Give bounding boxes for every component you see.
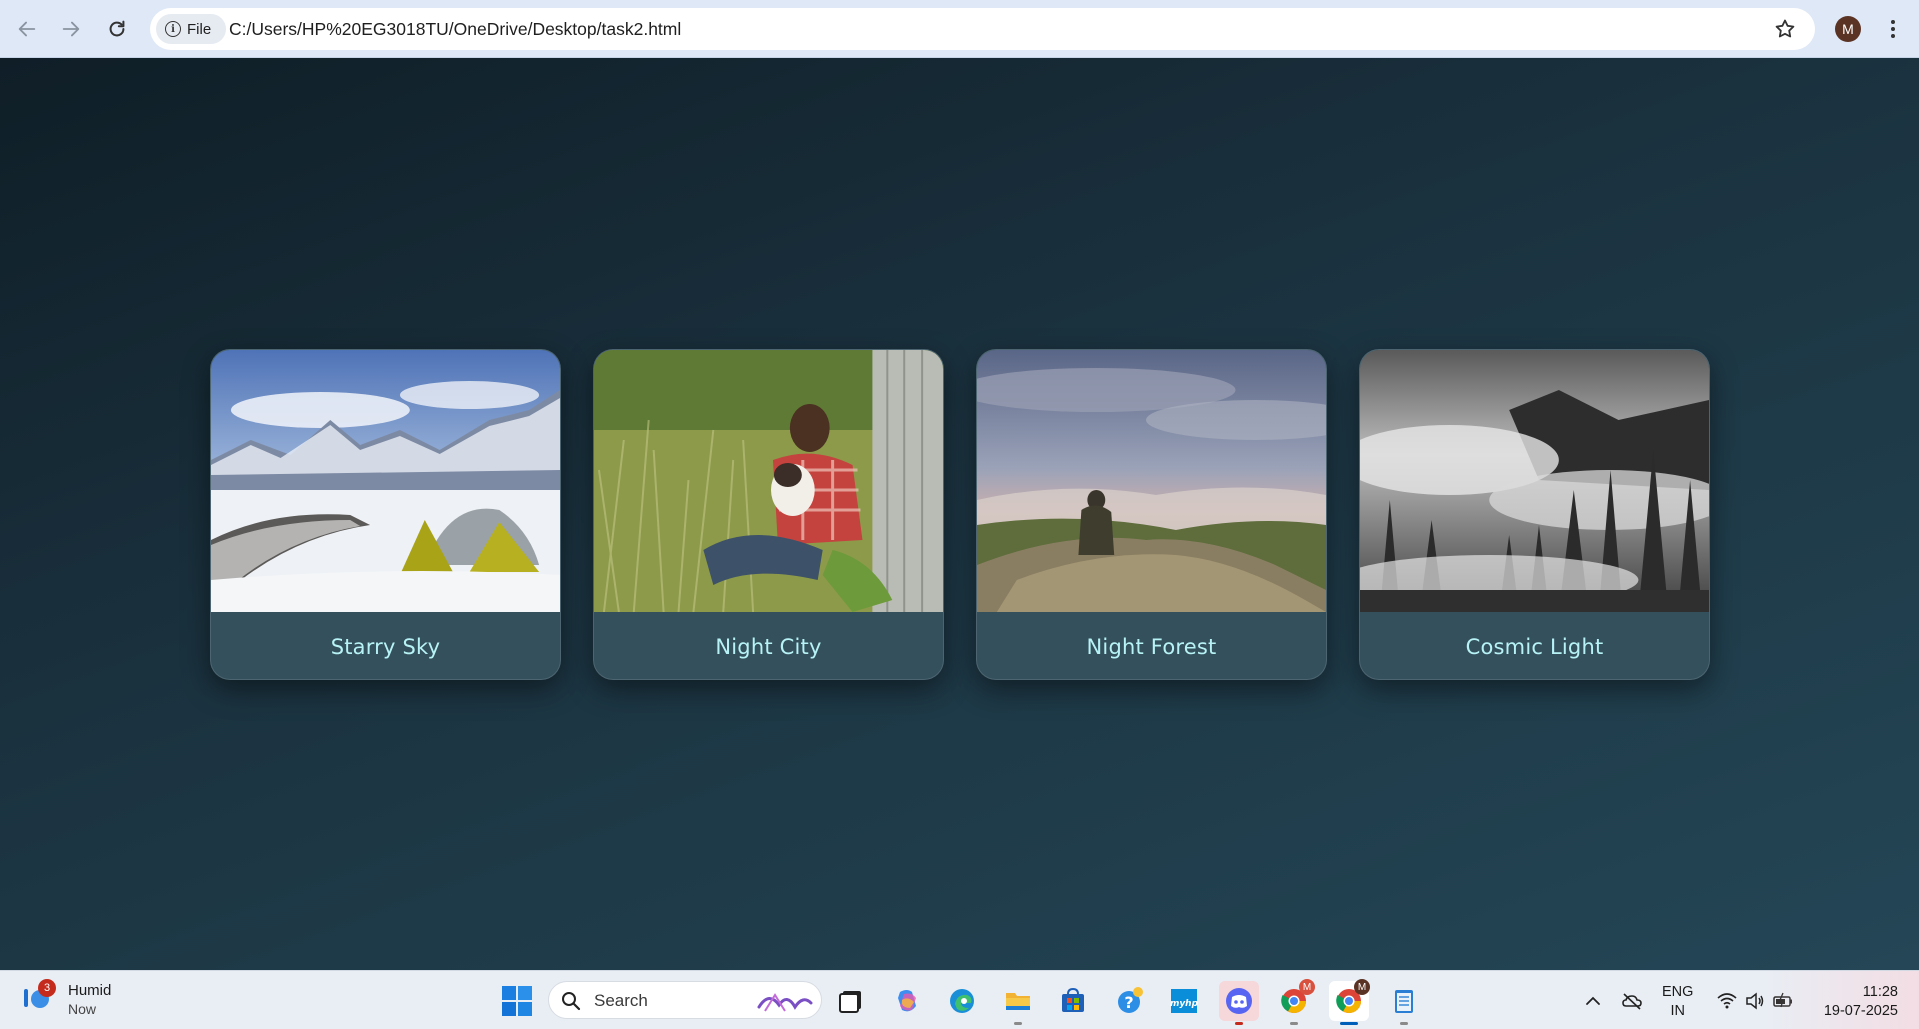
microsoft-store-app[interactable] xyxy=(1053,981,1093,1021)
gallery-card[interactable]: Night Forest xyxy=(976,349,1327,680)
task-view-button[interactable] xyxy=(831,981,871,1021)
site-info-chip[interactable]: i File xyxy=(156,14,226,44)
edge-icon xyxy=(950,989,974,1013)
reload-button[interactable] xyxy=(100,12,134,46)
myhp-app[interactable]: myhp xyxy=(1164,981,1204,1021)
svg-text:?: ? xyxy=(1124,993,1133,1012)
chrome-app-active[interactable]: M xyxy=(1329,979,1370,1025)
copilot-app[interactable] xyxy=(887,981,927,1021)
onedrive-offline-icon[interactable] xyxy=(1621,990,1643,1012)
svg-text:myhp: myhp xyxy=(1170,999,1199,1009)
weather-icon: 3 xyxy=(22,979,56,1011)
bookmark-star-icon[interactable] xyxy=(1773,17,1797,41)
clock-date: 19-07-2025 xyxy=(1823,1003,1898,1019)
notepad-icon xyxy=(1395,990,1413,1013)
address-bar[interactable]: i File C:/Users/HP%20EG3018TU/OneDrive/D… xyxy=(150,8,1815,50)
gallery-card[interactable]: Night City xyxy=(593,349,944,680)
discord-app[interactable] xyxy=(1219,981,1259,1025)
system-clock[interactable]: 11:28 19-07-2025 xyxy=(1810,983,1898,1021)
windows-start-icon[interactable] xyxy=(500,984,534,1018)
file-explorer-app[interactable] xyxy=(998,981,1038,1025)
task-view-icon xyxy=(839,991,861,1013)
clock-time: 11:28 xyxy=(1862,984,1898,1000)
help-icon: ? xyxy=(1118,987,1143,1013)
region-code: IN xyxy=(1670,1003,1685,1019)
reload-icon xyxy=(109,20,125,37)
edge-browser-app[interactable] xyxy=(942,981,982,1021)
language-indicator[interactable]: ENG IN xyxy=(1662,983,1693,1021)
site-chip-label: File xyxy=(187,20,212,38)
card-image-foggy-forest xyxy=(1360,350,1709,612)
chrome-profile-badge: M xyxy=(1299,979,1315,995)
page-content: Starry Sky Night City Night Forest Cosmi… xyxy=(0,58,1919,970)
card-title: Cosmic Light xyxy=(1465,634,1604,659)
url-text[interactable]: C:/Users/HP%20EG3018TU/OneDrive/Desktop/… xyxy=(229,19,681,40)
card-title: Night Forest xyxy=(1086,634,1217,659)
taskbar-search[interactable]: Search xyxy=(548,981,822,1019)
myhp-icon: myhp xyxy=(1170,989,1199,1013)
weather-condition: Humid xyxy=(68,982,112,999)
search-icon xyxy=(562,992,581,1011)
profile-avatar[interactable]: M xyxy=(1835,16,1861,42)
wifi-icon[interactable] xyxy=(1716,990,1738,1012)
weather-time: Now xyxy=(68,1001,97,1017)
chrome-profile-badge: M xyxy=(1354,979,1370,995)
language-code: ENG xyxy=(1662,984,1694,1000)
notepad-app[interactable] xyxy=(1384,981,1424,1025)
card-gallery: Starry Sky Night City Night Forest Cosmi… xyxy=(210,349,1710,680)
back-arrow-icon xyxy=(18,21,36,37)
gallery-card[interactable]: Starry Sky xyxy=(210,349,561,680)
card-title: Night City xyxy=(715,634,822,659)
discord-icon xyxy=(1226,988,1252,1014)
windows-taskbar: 3 Humid Now Search ? myhp M M ENG IN 11:… xyxy=(0,970,1919,1029)
gallery-card[interactable]: Cosmic Light xyxy=(1359,349,1710,680)
search-placeholder: Search xyxy=(594,991,648,1010)
weather-widget[interactable]: 3 Humid Now xyxy=(22,979,112,1019)
forward-button[interactable] xyxy=(54,12,88,46)
card-title: Starry Sky xyxy=(330,634,441,659)
get-help-app[interactable]: ? xyxy=(1109,981,1149,1021)
info-icon: i xyxy=(165,21,181,37)
search-highlight-icon xyxy=(757,993,813,1012)
browser-toolbar: i File C:/Users/HP%20EG3018TU/OneDrive/D… xyxy=(0,0,1919,58)
weather-notification-badge: 3 xyxy=(38,979,56,997)
back-button[interactable] xyxy=(10,12,44,46)
store-icon xyxy=(1062,987,1084,1012)
card-image-hiker-misty-cliff xyxy=(977,350,1326,612)
card-image-man-with-dog xyxy=(594,350,943,612)
forward-arrow-icon xyxy=(62,21,80,37)
copilot-icon xyxy=(898,990,916,1012)
card-image-snowy-mountain xyxy=(211,350,560,612)
show-hidden-icons-chevron-icon[interactable] xyxy=(1582,990,1604,1012)
folder-icon xyxy=(1006,993,1030,1010)
chrome-app[interactable]: M xyxy=(1274,979,1315,1025)
more-menu-icon[interactable] xyxy=(1883,17,1903,41)
